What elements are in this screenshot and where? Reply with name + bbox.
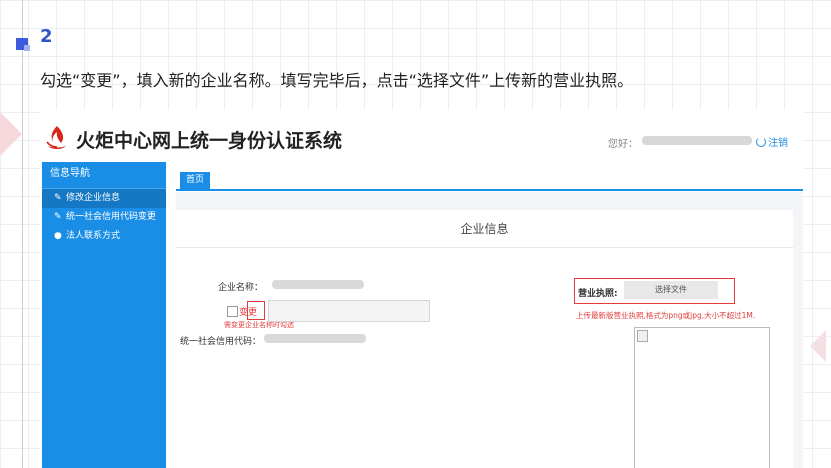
broken-image-icon [637, 330, 648, 342]
torch-logo-icon [46, 126, 66, 149]
app-screenshot: 火炬中心网上统一身份认证系统 您好： 注销 信息导航 ✎ 修改企业信息 ✎ 统一社会… [40, 110, 803, 468]
user-name-redacted [642, 136, 752, 145]
sidebar-item-edit-company[interactable]: ✎ 修改企业信息 [42, 189, 166, 208]
instruction-text: 勾选“变更”，填入新的企业名称。填写完毕后，点击“选择文件”上传新的营业执照。 [40, 71, 634, 90]
slide-left-rule [22, 0, 23, 468]
license-preview-image [634, 327, 770, 468]
credit-code-redacted [264, 334, 366, 343]
edit-icon: ✎ [54, 193, 62, 203]
step-marker-accent [24, 45, 30, 51]
user-icon: ● [54, 231, 62, 241]
sidebar-item-credit-code[interactable]: ✎ 统一社会信用代码变更 [42, 208, 166, 227]
sidebar-header: 信息导航 [42, 162, 166, 189]
sidebar-item-label: 修改企业信息 [66, 193, 121, 203]
tab-home[interactable]: 首页 [180, 172, 210, 189]
sidebar-nav: 信息导航 ✎ 修改企业信息 ✎ 统一社会信用代码变更 ● 法人联系方式 [42, 162, 166, 468]
license-label: 营业执照: [578, 289, 618, 299]
power-icon [756, 137, 766, 147]
credit-code-label: 统一社会信用代码： [180, 337, 262, 347]
panel-divider [176, 247, 793, 248]
company-name-label: 企业名称： [218, 283, 264, 293]
edit-icon: ✎ [54, 212, 62, 222]
change-label: 变更 [239, 308, 258, 318]
step-number: 2 [40, 26, 53, 47]
logout-link[interactable]: 注销 [756, 134, 788, 149]
license-hint: 上传最新版营业执照,格式为png或jpg,大小不超过1M. [576, 311, 756, 320]
decorative-triangle-right [810, 330, 826, 362]
tab-bar: 首页 [176, 170, 803, 191]
sidebar-item-legal-contact[interactable]: ● 法人联系方式 [42, 227, 166, 246]
greeting-label: 您好： [608, 139, 638, 150]
app-title: 火炬中心网上统一身份认证系统 [76, 130, 343, 152]
new-company-name-input[interactable] [268, 300, 430, 322]
sidebar-item-label: 法人联系方式 [66, 231, 121, 241]
decorative-triangle [0, 112, 22, 156]
choose-file-button[interactable]: 选择文件 [624, 281, 718, 299]
sidebar-item-label: 统一社会信用代码变更 [66, 212, 157, 222]
panel-title: 企业信息 [460, 222, 509, 236]
logout-label: 注销 [768, 138, 788, 149]
company-name-redacted [272, 280, 364, 289]
company-info-panel: 企业信息 企业名称： 变更 需变更企业名称时勾选 统一社会信用代码： 营业执照:… [176, 210, 793, 468]
change-checkbox[interactable] [227, 306, 238, 317]
